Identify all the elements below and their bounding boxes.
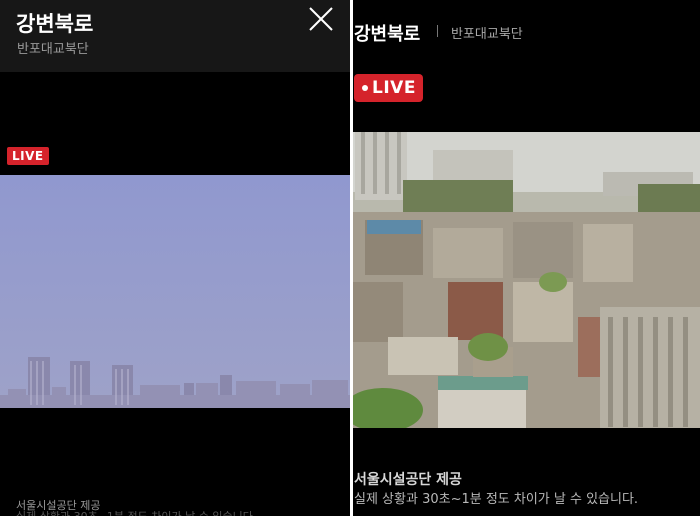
live-badge: LIVE — [354, 74, 423, 102]
title-separator — [437, 25, 438, 37]
left-cctv-panel: 강변북로 반포대교북단 LIVE 서울시설공단 제공 — [0, 0, 350, 516]
panel-header: 강변북로 반포대교북단 — [0, 0, 350, 72]
right-cctv-panel: 강변북로 반포대교북단 LIVE 서울시설공단 제공 실제 상황과 30초~1분… — [353, 0, 700, 516]
close-button[interactable] — [306, 4, 336, 34]
credit-note: 실제 상황과 30초~1분 정도 차이가 날 수 있습니다. — [16, 511, 276, 516]
location-subtitle: 반포대교북단 — [451, 27, 523, 42]
live-dot-icon — [362, 85, 368, 91]
live-badge: LIVE — [7, 147, 49, 165]
credit-note: 실제 상황과 30초~1분 정도 차이가 날 수 있습니다. — [354, 492, 639, 507]
road-title: 강변북로 — [354, 24, 421, 45]
location-subtitle: 반포대교북단 — [17, 42, 89, 57]
close-icon — [309, 7, 333, 31]
live-badge-label: LIVE — [372, 78, 416, 98]
cctv-camera-feed[interactable] — [353, 132, 700, 428]
road-title: 강변북로 — [16, 12, 94, 36]
cctv-camera-feed[interactable] — [0, 175, 350, 408]
credit-text: 서울시설공단 제공 — [354, 472, 462, 488]
